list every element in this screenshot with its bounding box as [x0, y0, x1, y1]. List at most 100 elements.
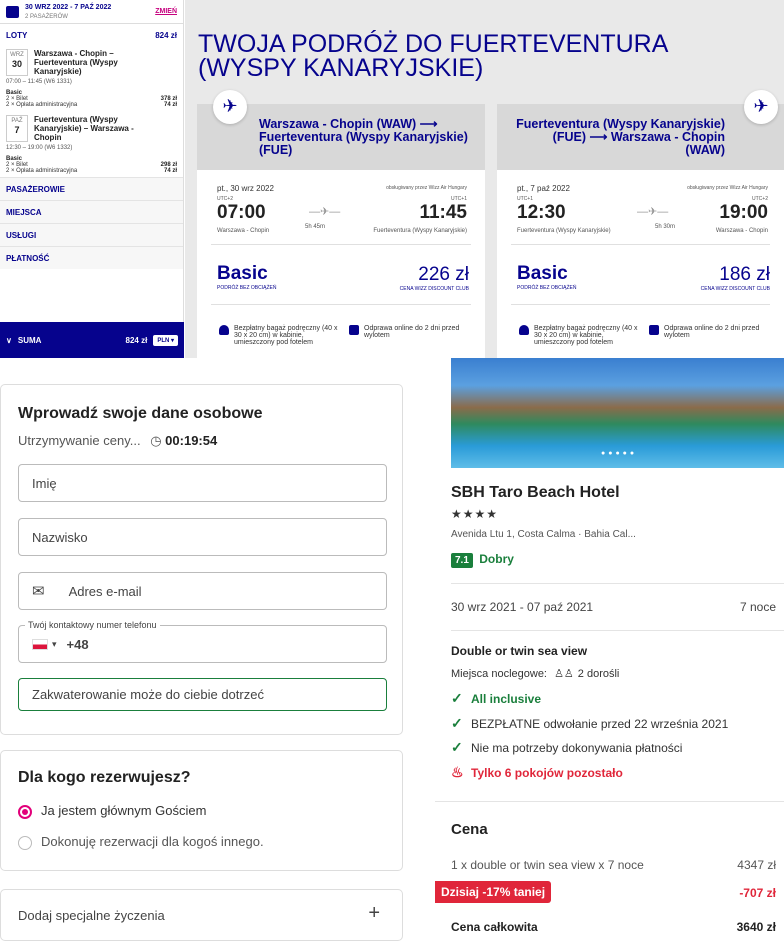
return-card-route: Fuerteventura (Wyspy Kanaryjskie) (FUE) … [516, 117, 725, 157]
calendar-2-icon [649, 325, 659, 335]
phone-field[interactable]: Twój kontaktowy numer telefonu ▾ +48 [18, 620, 387, 663]
hotel-rating: 7.1 Dobry [451, 552, 514, 568]
outbound-segment: WRZ 30 Warszawa - Chopin – Fuerteventura … [0, 46, 183, 79]
special-requests-label: Dodaj specjalne życzenia [18, 908, 165, 923]
clock-icon: ◷ [150, 433, 162, 448]
ret-fee-line: 2 × Opłata administracyjna 74 zł [0, 168, 183, 174]
phone-prefix: +48 [66, 636, 89, 652]
out-fare-name: Basic [217, 263, 268, 284]
email-placeholder: Adres e-mail [68, 583, 142, 599]
ret-from: Fuerteventura (Wyspy Kanaryjskie) [517, 228, 611, 234]
passenger-count: 2 PASAŻERÓW [25, 13, 68, 20]
section-services[interactable]: USŁUGI [0, 223, 183, 246]
last-name-field[interactable]: Nazwisko [18, 518, 387, 556]
option-main-guest[interactable]: Ja jestem głównym Gościem [18, 803, 206, 819]
price-hold: Utrzymywanie ceny... ◷ 00:19:54 [18, 433, 217, 449]
hotel-photo[interactable]: ●●●●● [451, 358, 784, 468]
currency-select[interactable]: PLN ▾ [153, 334, 178, 346]
price-line: 1 x double or twin sea view x 7 noce [451, 858, 644, 872]
room-type: Double or twin sea view [451, 644, 588, 658]
chevron-down-icon[interactable]: ▾ [52, 639, 57, 650]
out-month: WRZ [10, 52, 24, 58]
stay-dates: 30 wrz 2021 - 07 paź 2021 [451, 600, 594, 614]
email-field[interactable]: ✉ Adres e-mail [18, 572, 387, 610]
ret-dep-time: 12:30 [517, 202, 566, 223]
trip-summary: TWOJA PODRÓŻ DO FUERTEVENTURA (WYSPY KAN… [185, 0, 784, 358]
option-someone-else[interactable]: Dokonuję rezerwacji dla kogoś innego. [18, 834, 264, 850]
hotel-summary: ●●●●● SBH Taro Beach Hotel ★★★★ Avenida … [435, 358, 784, 942]
check-icon: ✓ [451, 739, 463, 755]
hotel-name: SBH Taro Beach Hotel [451, 484, 620, 501]
divider [451, 630, 784, 631]
flights-label: LOTY [6, 30, 28, 40]
feature-4: Tylko 6 pokojów pozostało [471, 766, 623, 780]
out-from: Warszawa - Chopin [217, 228, 270, 234]
flights-total: 824 zł [155, 30, 177, 40]
section-payment[interactable]: PŁATNOŚĆ [0, 246, 183, 269]
plane-small-icon: —✈— [637, 206, 669, 218]
first-name-field[interactable]: Imię [18, 464, 387, 502]
outbound-time: 07:00 – 11:45 (W6 1331) [6, 79, 72, 85]
out-arr-time: 11:45 [419, 202, 467, 223]
change-button[interactable]: ZMIEŃ [155, 8, 177, 15]
phone-label: Twój kontaktowy numer telefonu [25, 620, 160, 630]
discount-value: -707 zł [739, 886, 776, 900]
ret-card-date: pt., 7 paź 2022 [517, 184, 570, 193]
ret-club: CENA WIZZ DISCOUNT CLUB [700, 286, 770, 292]
special-requests[interactable]: Dodaj specjalne życzenia + [0, 889, 403, 941]
ret-fee-price: 74 zł [163, 168, 177, 174]
feature-1: All inclusive [471, 692, 542, 706]
booking-for-panel: Dla kogo rezerwujesz? Ja jestem głównym … [0, 750, 403, 871]
out-card-date: pt., 30 wrz 2022 [217, 184, 274, 193]
flights-row[interactable]: LOTY 824 zł [0, 24, 183, 46]
out-fee-line: 2 × Opłata administracyjna 74 zł [0, 102, 183, 108]
envelope-icon: ✉ [32, 583, 45, 600]
sum-label: SUMA [17, 335, 42, 345]
feature-free-cancel: ✓ BEZPŁATNE odwołanie przed 22 września 2… [451, 715, 728, 732]
ret-fare-name: Basic [517, 263, 568, 284]
out-bag-info: Bezpłatny bagaż podręczny (40 x 30 x 20 … [234, 325, 338, 346]
out-checkin-info: Odprawa online do 2 dni przed wylotem [364, 325, 460, 339]
person-icon: ♙♙ [554, 668, 574, 680]
divider [511, 244, 770, 245]
out-operator: obsługiwany przez Wizz Air Hungary [386, 185, 467, 191]
return-date-box: PAŹ 7 [6, 115, 28, 142]
out-fee: 2 × Opłata administracyjna [6, 102, 78, 108]
out-price-value: 226 zł [418, 264, 469, 285]
plus-icon[interactable]: + [368, 902, 380, 925]
sum-bar[interactable]: ∨ SUMA 824 zł PLN ▾ [0, 322, 184, 358]
divider [211, 304, 471, 305]
radio-unselected[interactable] [18, 835, 32, 850]
out-price: 226 zł CENA WIZZ DISCOUNT CLUB [400, 264, 469, 292]
currency-value: PLN [157, 337, 170, 344]
section-passengers[interactable]: PASAŻEROWIE [0, 177, 183, 200]
out-to: Fuerteventura (Wyspy Kanaryjskie) [373, 228, 467, 234]
ret-checkin-info: Odprawa online do 2 dni przed wylotem [664, 325, 760, 339]
section-seats[interactable]: MIEJSCA [0, 200, 183, 223]
calendar-icon [6, 5, 19, 18]
hold-timer: 00:19:54 [165, 433, 218, 448]
flame-icon: ♨ [451, 764, 464, 780]
return-time: 12:30 – 19:00 (W6 1332) [6, 145, 73, 151]
hotel-stars: ★★★★ [451, 507, 499, 521]
plane-icon: ✈ [213, 90, 247, 124]
poland-flag-icon [32, 638, 48, 650]
rating-score: 7.1 [451, 553, 473, 568]
total-value: 3640 zł [736, 920, 776, 934]
out-fare-basic: Basic PODRÓŻ BEZ OBCIĄŻEŃ [217, 263, 276, 291]
plane-icon: ✈ [744, 90, 778, 124]
return-route: Fuerteventura (Wyspy Kanaryjskie) – Wars… [34, 115, 134, 142]
sum-value: 824 zł [125, 335, 148, 345]
bag-icon [519, 325, 529, 335]
ret-fare-sub: PODRÓŻ BEZ OBCIĄŻEŃ [517, 285, 577, 291]
out-club: CENA WIZZ DISCOUNT CLUB [399, 286, 469, 292]
form-title: Wprowadź swoje dane osobowe [18, 405, 263, 422]
ret-fare-basic: Basic PODRÓŻ BEZ OBCIĄŻEŃ [517, 263, 576, 291]
radio-selected[interactable] [18, 804, 32, 819]
divider [511, 304, 770, 305]
feature-all-inclusive: ✓ All inclusive [451, 690, 541, 707]
bag-icon [219, 325, 229, 335]
outbound-date-box: WRZ 30 [6, 49, 28, 76]
feature-no-payment: ✓ Nie ma potrzeby dokonywania płatności [451, 739, 682, 756]
carousel-dots[interactable]: ●●●●● [601, 450, 637, 457]
